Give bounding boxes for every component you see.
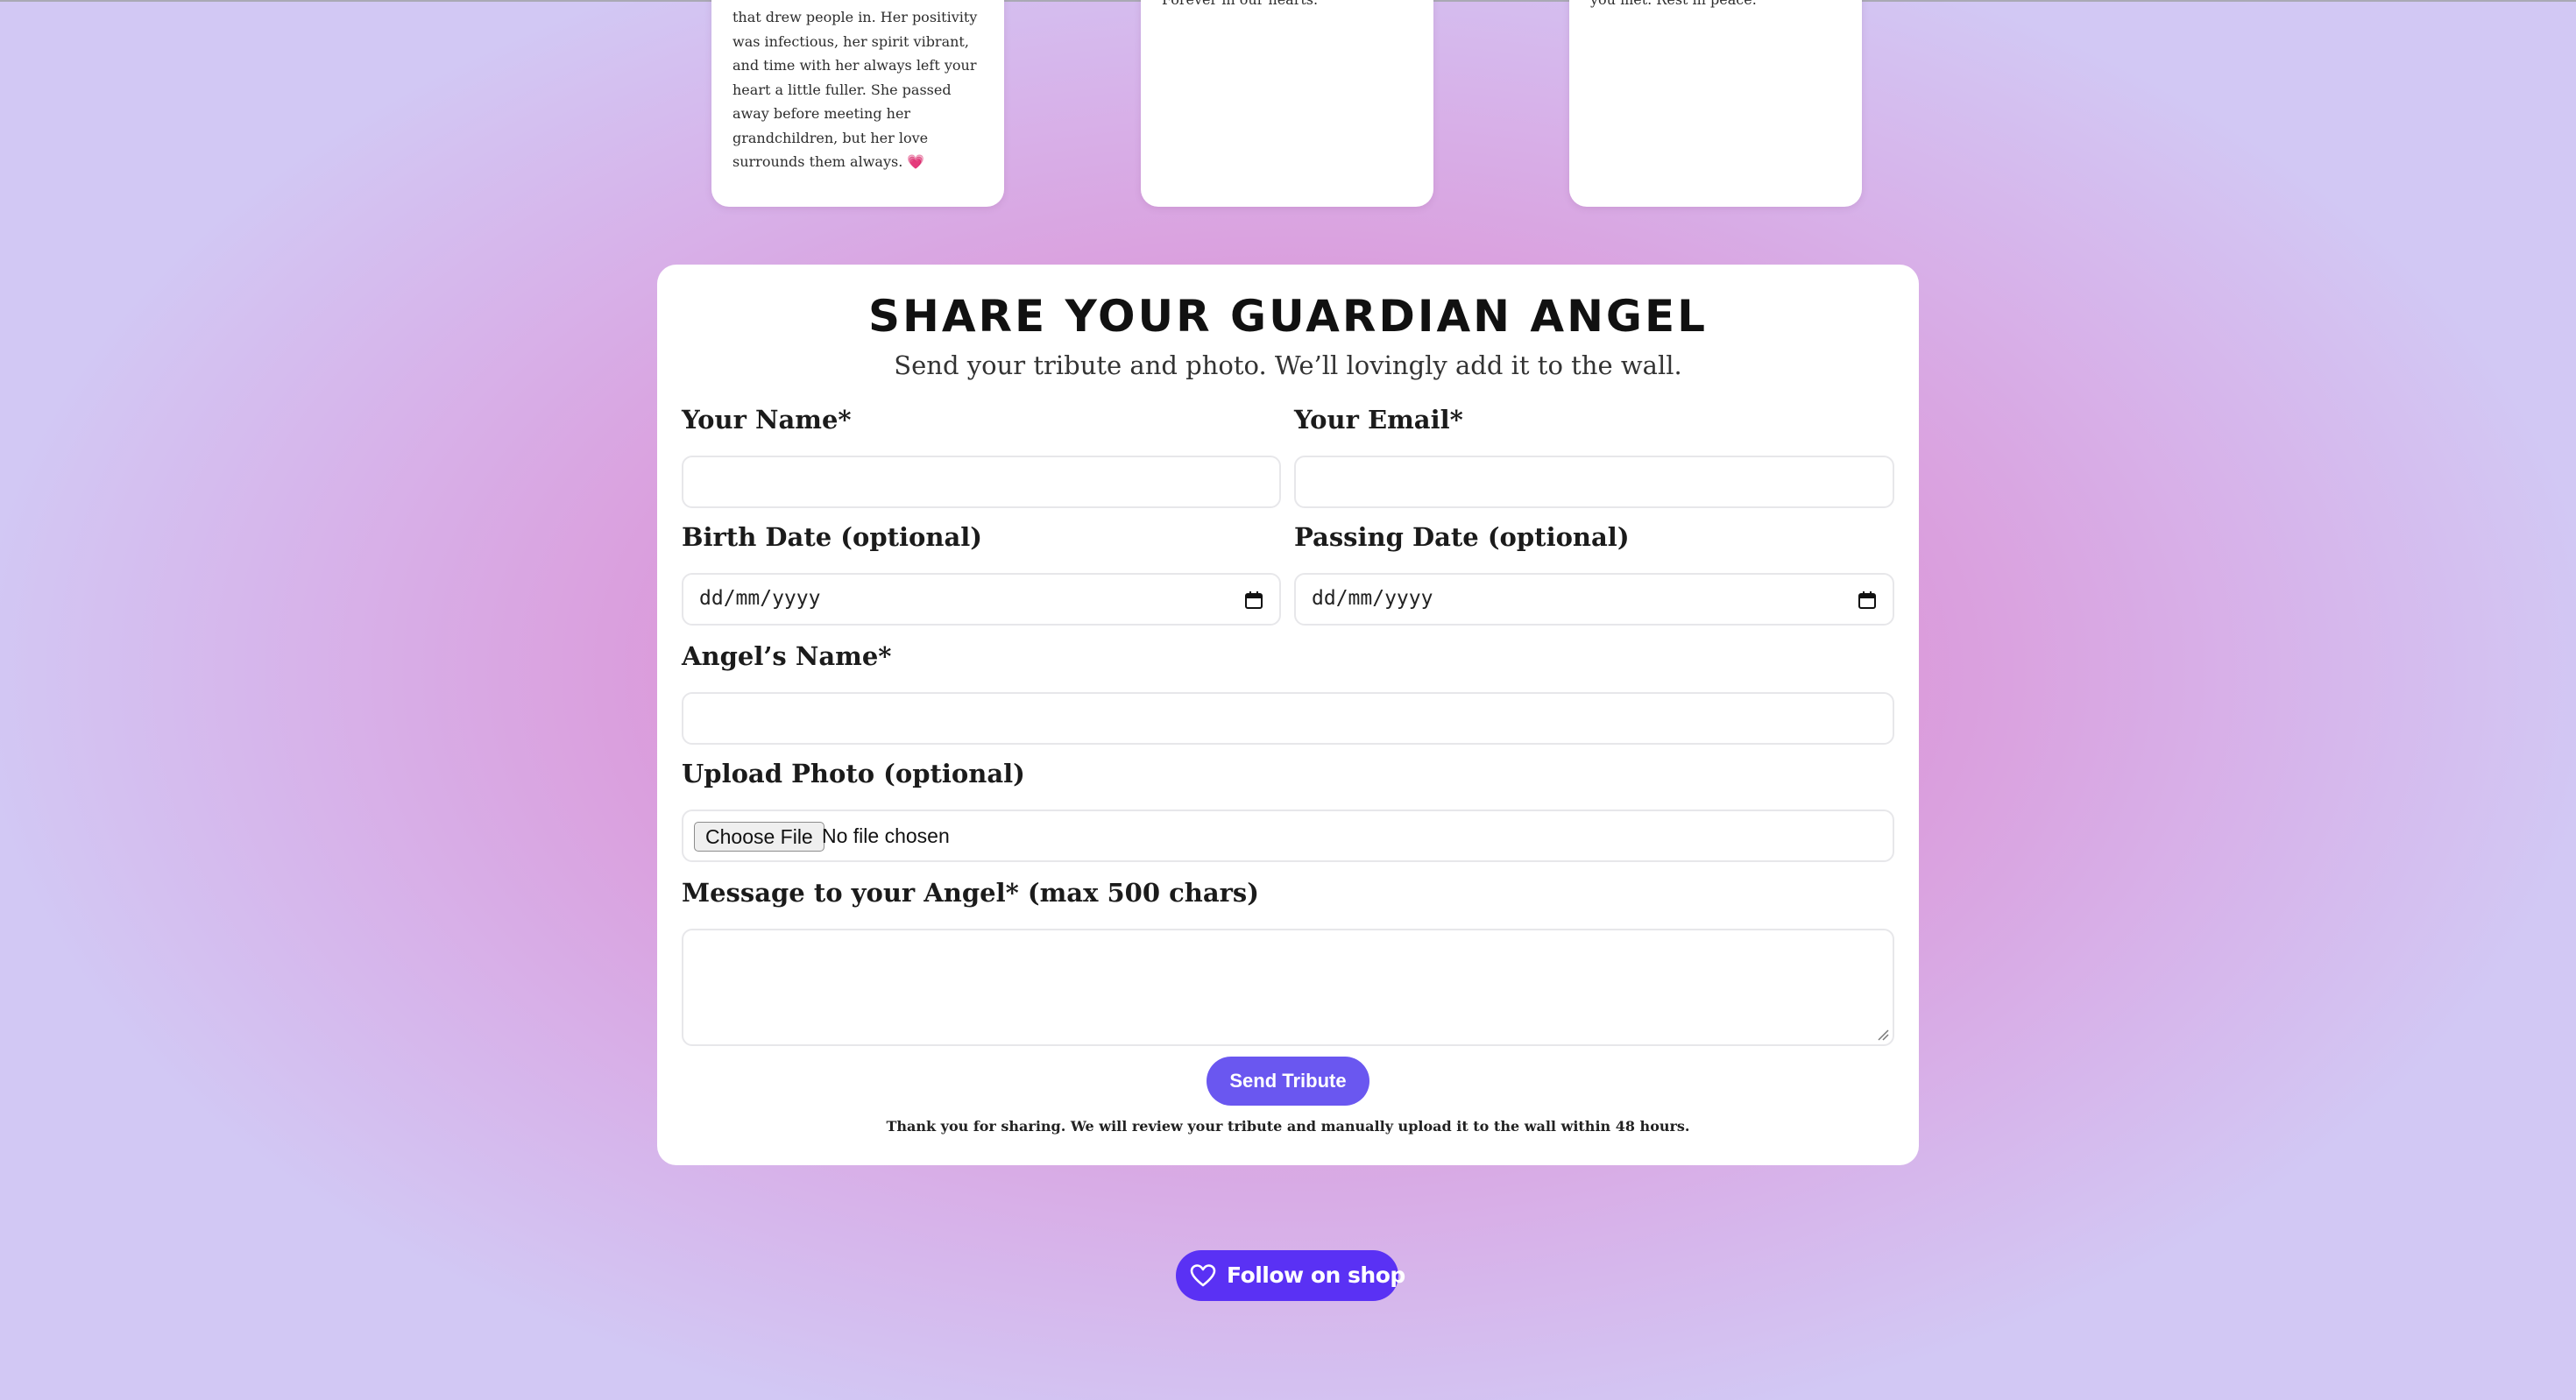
form-title: Share Your Guardian Angel (867, 291, 1708, 342)
tribute-card-line: grandchildren, but her love (732, 129, 929, 146)
tribute-card: you met. Rest in peace. (1569, 0, 1862, 207)
calendar-icon[interactable] (1244, 590, 1263, 610)
passing-date-input[interactable]: dd/mm/yyyy (1294, 573, 1894, 626)
message-label: Message to your Angel* (max 500 chars) (682, 878, 1259, 908)
follow-on-shop-label: Follow on shop (1227, 1262, 1405, 1288)
choose-file-button[interactable]: Choose File (694, 822, 824, 852)
thanks-note: Thank you for sharing. We will review yo… (886, 1118, 1690, 1135)
your-email-label: Your Email* (1294, 405, 1463, 435)
follow-on-shop-button[interactable]: Follow on shop (1176, 1250, 1405, 1301)
tribute-card-line: heart a little fuller. She passed (732, 81, 952, 98)
calendar-icon[interactable] (1858, 590, 1877, 610)
send-tribute-button[interactable]: Send Tribute (1207, 1057, 1369, 1106)
your-name-input[interactable] (682, 456, 1281, 508)
passing-date-placeholder: dd/mm/yyyy (1312, 587, 1433, 610)
tribute-card-line: Forever in our hearts. (1162, 0, 1416, 12)
resize-handle-icon[interactable] (1877, 1029, 1889, 1041)
tribute-card-line: that drew people in. Her positivity (732, 9, 978, 25)
angel-name-input[interactable] (682, 692, 1894, 745)
message-textarea[interactable] (682, 929, 1894, 1046)
birth-date-input[interactable]: dd/mm/yyyy (682, 573, 1281, 626)
heart-icon (1190, 1264, 1216, 1287)
tribute-card: that drew people in. Her positivity was … (711, 0, 1004, 207)
tribute-card: Forever in our hearts. (1141, 0, 1433, 207)
your-email-input[interactable] (1294, 456, 1894, 508)
tribute-card-line: away before meeting her (732, 105, 911, 122)
form-subtitle: Send your tribute and photo. We’ll lovin… (894, 350, 1682, 380)
birth-date-label: Birth Date (optional) (682, 522, 982, 552)
tribute-form: Share Your Guardian Angel Send your trib… (657, 265, 1919, 1165)
file-status-text: No file chosen (822, 824, 950, 847)
upload-photo-field: Choose File No file chosen (682, 810, 1894, 862)
birth-date-placeholder: dd/mm/yyyy (699, 587, 821, 610)
tribute-card-line: surrounds them always. 💗 (732, 153, 925, 170)
tribute-card-line: and time with her always left your (732, 57, 977, 74)
tribute-card-line: you met. Rest in peace. (1590, 0, 1844, 12)
angel-name-label: Angel’s Name* (682, 641, 892, 671)
tribute-card-line: was infectious, her spirit vibrant, (732, 32, 969, 50)
upload-photo-label: Upload Photo (optional) (682, 759, 1025, 788)
your-name-label: Your Name* (682, 405, 852, 435)
passing-date-label: Passing Date (optional) (1294, 522, 1630, 552)
